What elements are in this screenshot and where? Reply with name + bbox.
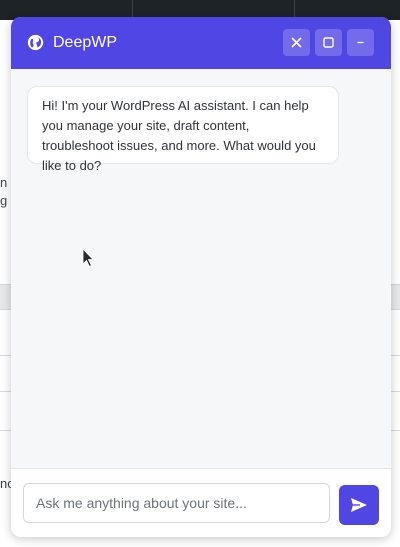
assistant-message: Hi! I'm your WordPress AI assistant. I c…: [27, 86, 339, 173]
composer: [11, 468, 391, 537]
minimize-button[interactable]: [347, 29, 374, 56]
chat-title: DeepWP: [53, 34, 118, 51]
chat-widget: DeepWP Hi! I'm your WordPress AI assista…: [11, 17, 391, 537]
background-text-fragment: g: [0, 193, 8, 208]
send-icon: [351, 498, 367, 512]
minimize-icon: [357, 41, 364, 44]
close-icon: [291, 37, 302, 48]
globe-icon: [27, 34, 44, 51]
maximize-button[interactable]: [315, 29, 342, 56]
chat-header: DeepWP: [11, 17, 391, 69]
close-button[interactable]: [283, 29, 310, 56]
maximize-icon: [323, 37, 334, 48]
send-button[interactable]: [339, 485, 379, 525]
mouse-cursor-icon: [82, 248, 94, 268]
chat-input[interactable]: [23, 483, 330, 523]
background-text-fragment: n: [0, 175, 8, 190]
message-list: Hi! I'm your WordPress AI assistant. I c…: [11, 69, 391, 467]
